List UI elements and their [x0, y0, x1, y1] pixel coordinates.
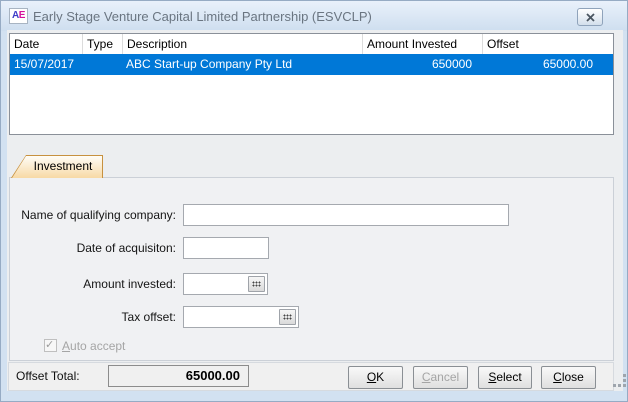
- app-icon: AE: [9, 8, 28, 24]
- name-of-qualifying-company-field: [183, 204, 509, 226]
- offset-total-label: Offset Total:: [16, 369, 80, 383]
- tax-offset-field: [183, 306, 299, 328]
- ok-button[interactable]: OK: [348, 366, 403, 389]
- resize-grip[interactable]: [612, 373, 628, 389]
- investments-table: Date Type Description Amount Invested Of…: [9, 33, 614, 135]
- app-icon-letter-a: A: [12, 10, 19, 21]
- close-button[interactable]: [577, 8, 603, 26]
- cell-date: 15/07/2017: [10, 54, 82, 75]
- calculator-icon: [283, 314, 292, 320]
- close-button-bottom[interactable]: Close: [541, 366, 596, 389]
- date-of-acquisition-field: [183, 237, 269, 259]
- auto-accept-checkbox: ✓: [44, 339, 57, 352]
- amount-invested-label: Amount invested:: [6, 277, 176, 291]
- tab-investment-details-label: Investment Details: [12, 156, 102, 178]
- check-icon: ✓: [45, 338, 54, 351]
- offset-total-value: 65000.00: [108, 365, 249, 387]
- column-header-description[interactable]: Description: [122, 34, 362, 54]
- column-header-amount-invested[interactable]: Amount Invested: [362, 34, 482, 54]
- column-header-date[interactable]: Date: [10, 34, 82, 54]
- dialog-window: AE Early Stage Venture Capital Limited P…: [0, 0, 628, 402]
- calculator-icon: [252, 281, 261, 287]
- select-button[interactable]: Select: [478, 366, 532, 389]
- tax-offset-label: Tax offset:: [6, 310, 176, 324]
- cell-description: ABC Start-up Company Pty Ltd: [122, 54, 362, 75]
- cell-type: [82, 54, 122, 75]
- tax-offset-calculator-button[interactable]: [279, 309, 296, 325]
- auto-accept-label: Auto accept: [62, 339, 125, 353]
- tax-offset-input[interactable]: [186, 308, 276, 326]
- cell-offset: 65000.00: [482, 54, 613, 75]
- window-title: Early Stage Venture Capital Limited Part…: [33, 9, 372, 24]
- titlebar: AE Early Stage Venture Capital Limited P…: [1, 1, 627, 31]
- close-icon: [586, 13, 595, 22]
- cancel-button: Cancel: [413, 366, 468, 389]
- column-header-offset[interactable]: Offset: [482, 34, 613, 54]
- table-header: Date Type Description Amount Invested Of…: [10, 34, 613, 54]
- date-of-acquisition-input[interactable]: [186, 239, 266, 257]
- amount-invested-input[interactable]: [186, 275, 245, 293]
- amount-invested-calculator-button[interactable]: [248, 276, 265, 292]
- table-row[interactable]: 15/07/2017 ABC Start-up Company Pty Ltd …: [10, 54, 613, 75]
- column-header-type[interactable]: Type: [82, 34, 122, 54]
- cell-amount-invested: 650000: [362, 54, 482, 75]
- tab-investment-details[interactable]: Investment Details: [11, 155, 103, 178]
- name-of-qualifying-company-label: Name of qualifying company:: [6, 208, 176, 222]
- app-icon-letter-e: E: [19, 10, 25, 21]
- name-of-qualifying-company-input[interactable]: [186, 206, 506, 224]
- date-of-acquisition-label: Date of acquisiton:: [6, 241, 176, 255]
- amount-invested-field: [183, 273, 268, 295]
